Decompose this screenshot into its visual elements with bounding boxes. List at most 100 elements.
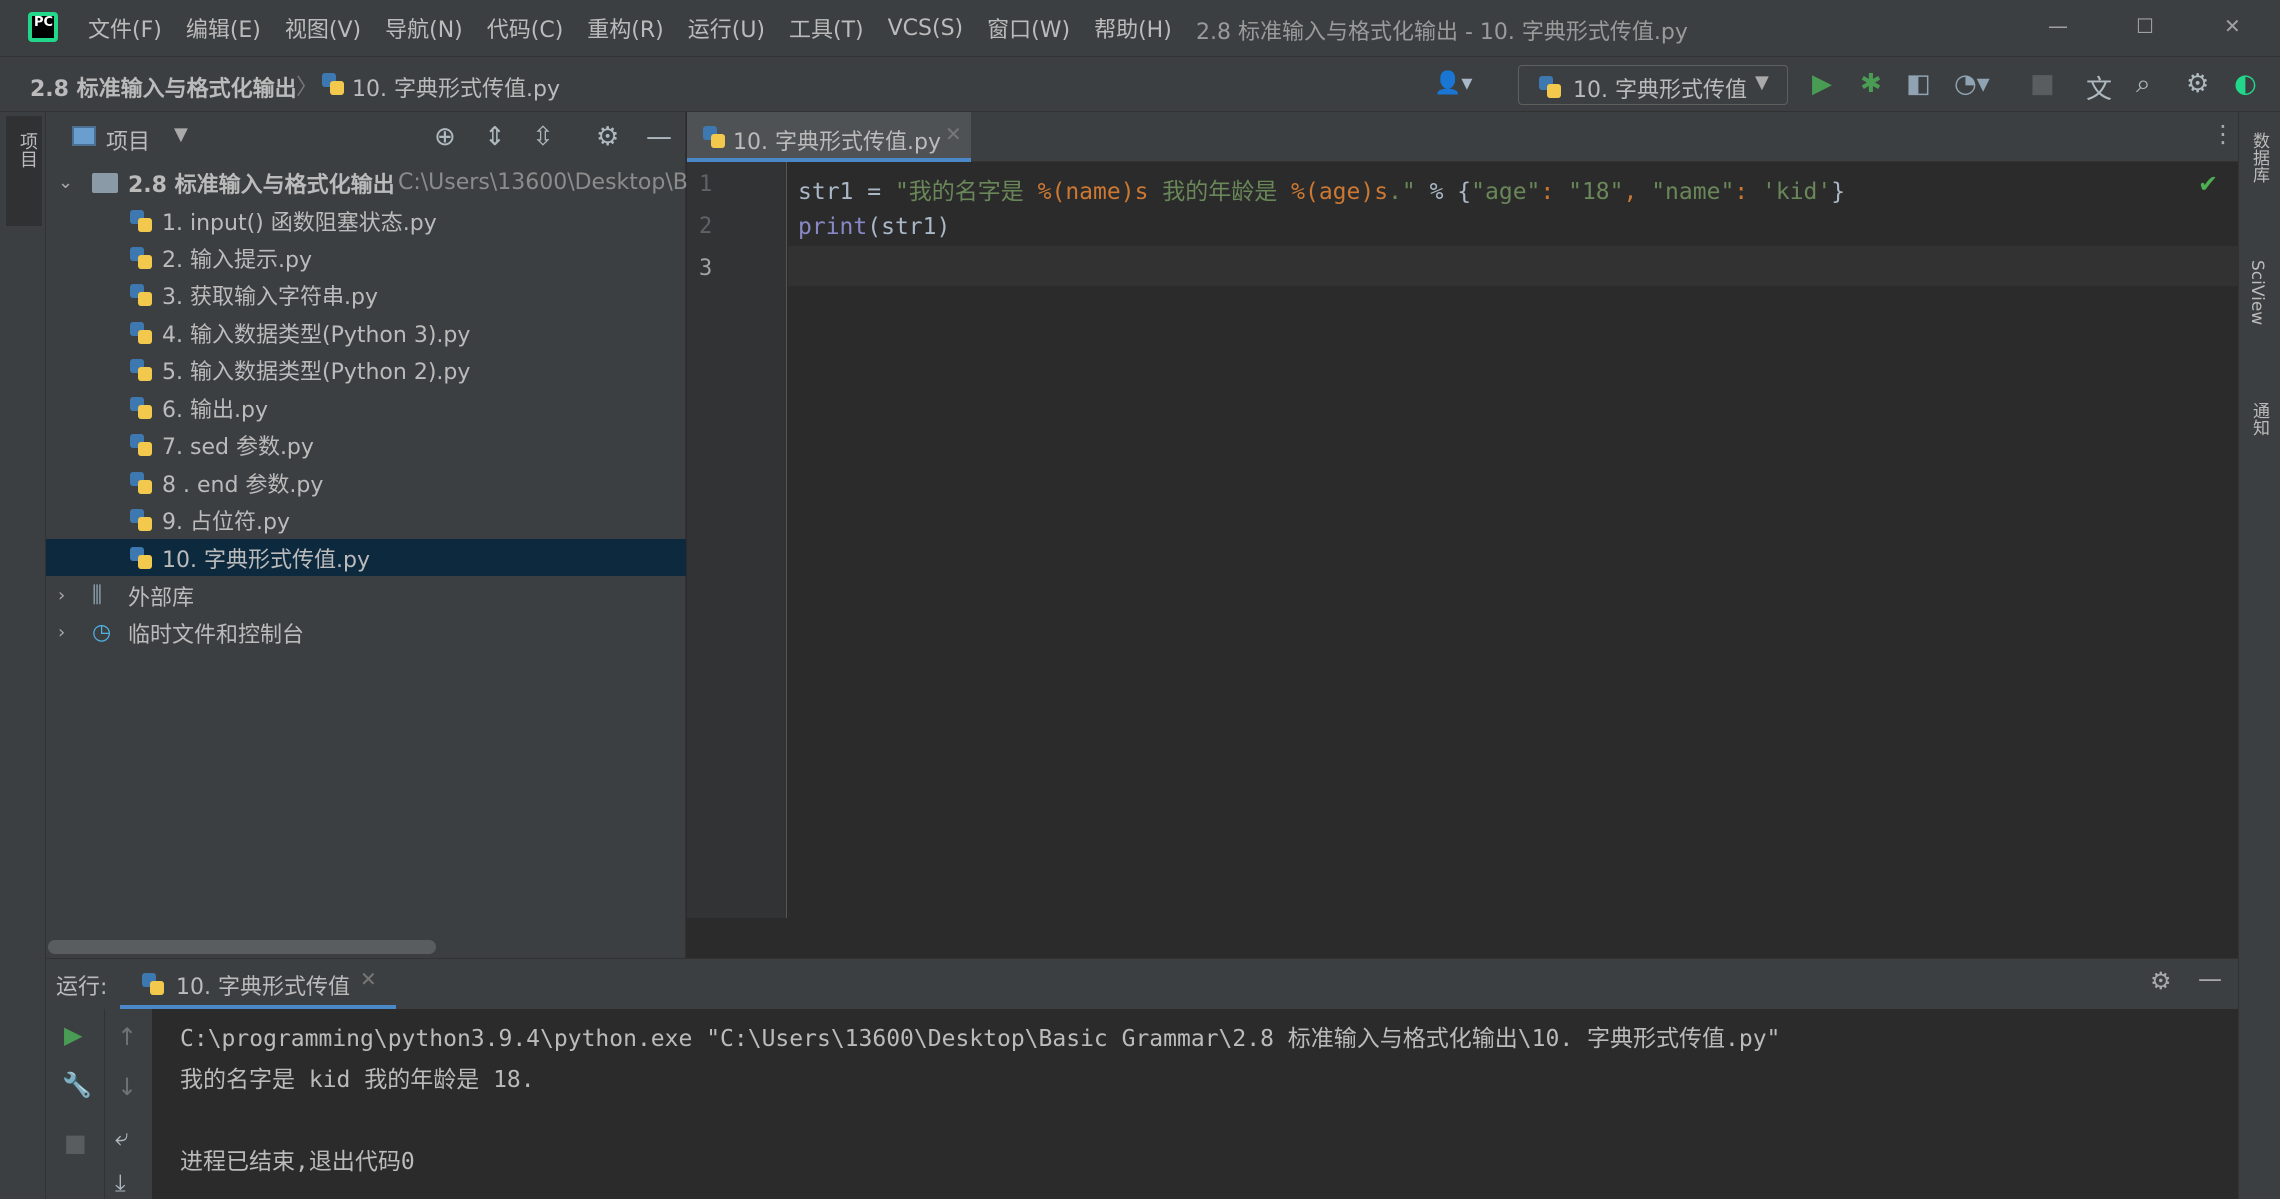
python-file-icon (703, 126, 725, 148)
database-tool-tab[interactable]: 数据库 (2247, 132, 2272, 183)
wrench-icon[interactable]: 🔧 (62, 1071, 92, 1099)
run-toolbar: ▶ 🔧 ■ (46, 1009, 104, 1199)
profile-icon[interactable]: ◔▾ (1954, 69, 1990, 99)
console-line: C:\programming\python3.9.4\python.exe "C… (180, 1026, 1781, 1052)
editor-tab-label: 10. 字典形式传值.py (733, 130, 941, 155)
tree-root-name: 2.8 标准输入与格式化输出 (128, 172, 395, 198)
scroll-to-end-icon[interactable]: ⤓ (115, 1169, 126, 1197)
tree-root[interactable]: ⌄ 2.8 标准输入与格式化输出 C:\Users\13600\Desktop\… (46, 164, 701, 201)
python-file-icon (130, 209, 152, 232)
menu-view[interactable]: 视图(V) (285, 12, 361, 44)
python-file-icon (322, 73, 344, 95)
code-token: % { (1415, 179, 1472, 205)
stop-icon[interactable]: ■ (2030, 69, 2055, 99)
menu-help[interactable]: 帮助(H) (1094, 12, 1172, 44)
code-lines[interactable]: str1 = "我的名字是 %(name)s 我的年龄是 %(age)s." %… (788, 162, 2188, 362)
plugin-icon[interactable]: ◐ (2234, 69, 2257, 99)
console-line: 我的名字是 kid 我的年龄是 18. (180, 1067, 535, 1093)
locate-icon[interactable]: ⊕ (434, 122, 456, 152)
python-file-icon (130, 246, 152, 269)
breadcrumb-project[interactable]: 2.8 标准输入与格式化输出 (30, 71, 297, 103)
search-icon[interactable]: ⌕ (2136, 69, 2151, 100)
python-file-icon (130, 283, 152, 306)
arrow-up-icon[interactable]: ↑ (117, 1023, 137, 1051)
gear-icon[interactable]: ⚙ (2150, 967, 2172, 995)
close-tab-icon[interactable]: ✕ (945, 122, 962, 146)
tree-file[interactable]: 7. sed 参数.py (46, 426, 686, 463)
tree-scratches[interactable]: › ◷ 临时文件和控制台 (46, 614, 686, 651)
minimize-icon[interactable]: — (2048, 14, 2068, 38)
notifications-tool-tab[interactable]: 通知 (2247, 402, 2272, 436)
sciview-tool-tab[interactable]: SciView (2247, 260, 2267, 325)
menu-window[interactable]: 窗口(W) (987, 12, 1070, 44)
tree-external-libraries[interactable]: › ⫼ 外部库 (46, 577, 686, 614)
project-panel-title[interactable]: 项目 (106, 124, 150, 156)
hide-panel-icon[interactable]: — (2198, 965, 2222, 993)
tree-file[interactable]: 4. 输入数据类型(Python 3).py (46, 314, 686, 351)
code-line-1[interactable]: str1 = "我的名字是 %(name)s 我的年龄是 %(age)s." %… (798, 172, 1845, 206)
python-file-icon (130, 396, 152, 419)
soft-wrap-icon[interactable]: ⤶ (115, 1123, 128, 1151)
menu-edit[interactable]: 编辑(E) (186, 12, 261, 44)
menu-navigate[interactable]: 导航(N) (385, 12, 463, 44)
python-file-icon (130, 546, 152, 569)
gear-icon[interactable]: ⚙ (596, 122, 619, 152)
close-tab-icon[interactable]: ✕ (360, 967, 377, 991)
python-file-icon (130, 358, 152, 381)
tree-file[interactable]: 3. 获取输入字符串.py (46, 276, 686, 313)
code-line-2[interactable]: print(str1) (798, 214, 950, 240)
left-tool-strip: 项目 (0, 112, 46, 1199)
more-options-icon[interactable]: ⋮ (2211, 120, 2235, 148)
editor-tab-active[interactable]: 10. 字典形式传值.py ✕ (687, 112, 971, 162)
project-tool-tab[interactable]: 项目 (6, 116, 42, 226)
rerun-icon[interactable]: ▶ (64, 1021, 82, 1049)
coverage-icon[interactable]: ◧ (1906, 69, 1931, 99)
horizontal-scrollbar[interactable] (48, 940, 436, 954)
tree-file[interactable]: 2. 输入提示.py (46, 239, 686, 276)
line-number: 1 (699, 172, 713, 197)
code-token: "name" (1651, 179, 1735, 205)
tree-file[interactable]: 5. 输入数据类型(Python 2).py (46, 351, 686, 388)
inspection-ok-icon[interactable]: ✔ (2198, 170, 2218, 198)
stop-icon[interactable]: ■ (64, 1129, 87, 1157)
run-tab-label: 10. 字典形式传值 (176, 975, 350, 1000)
code-token: "18" (1568, 179, 1624, 205)
run-icon[interactable]: ▶ (1812, 69, 1832, 99)
chevron-right-icon[interactable]: › (58, 585, 65, 606)
tree-file[interactable]: 8 . end 参数.py (46, 464, 686, 501)
hide-panel-icon[interactable]: — (646, 122, 672, 152)
user-icon[interactable]: 👤▾ (1434, 71, 1472, 96)
menu-code[interactable]: 代码(C) (487, 12, 564, 44)
collapse-all-icon[interactable]: ⇳ (532, 122, 554, 152)
menu-vcs[interactable]: VCS(S) (888, 16, 964, 41)
menu-run[interactable]: 运行(U) (688, 12, 765, 44)
debug-icon[interactable]: ✱ (1860, 69, 1882, 99)
python-file-icon (130, 433, 152, 456)
close-icon[interactable]: ✕ (2224, 14, 2241, 38)
menu-tools[interactable]: 工具(T) (789, 12, 864, 44)
expand-all-icon[interactable]: ⇕ (484, 122, 506, 152)
breadcrumb-file[interactable]: 10. 字典形式传值.py (352, 71, 560, 103)
chevron-down-icon[interactable]: ▼ (174, 124, 188, 145)
arrow-down-icon[interactable]: ↓ (117, 1073, 137, 1101)
settings-icon[interactable]: ⚙ (2186, 69, 2209, 99)
python-icon (142, 973, 164, 995)
tree-file[interactable]: 9. 占位符.py (46, 501, 686, 538)
breadcrumb-separator: 〉 (296, 75, 319, 100)
maximize-icon[interactable]: ☐ (2136, 14, 2154, 38)
tree-file[interactable]: 1. input() 函数阻塞状态.py (46, 202, 686, 239)
chevron-right-icon[interactable]: › (58, 622, 65, 643)
menu-file[interactable]: 文件(F) (88, 12, 162, 44)
navigation-bar: 2.8 标准输入与格式化输出 〉 10. 字典形式传值.py 👤▾ 10. 字典… (0, 56, 2280, 112)
python-icon (1539, 76, 1561, 98)
title-bar: PC 文件(F) 编辑(E) 视图(V) 导航(N) 代码(C) 重构(R) 运… (0, 0, 2280, 56)
tree-file[interactable]: 6. 输出.py (46, 389, 686, 426)
translate-icon[interactable]: 文 (2086, 69, 2112, 106)
run-tab-active[interactable]: 10. 字典形式传值 ✕ (120, 959, 396, 1009)
code-token: } (1831, 179, 1846, 205)
tree-file-selected[interactable]: 10. 字典形式传值.py (46, 539, 686, 576)
library-icon: ⫼ (92, 583, 103, 608)
chevron-down-icon[interactable]: ⌄ (58, 172, 73, 193)
menu-refactor[interactable]: 重构(R) (587, 12, 663, 44)
run-configuration-select[interactable]: 10. 字典形式传值 ▼ (1518, 65, 1788, 105)
